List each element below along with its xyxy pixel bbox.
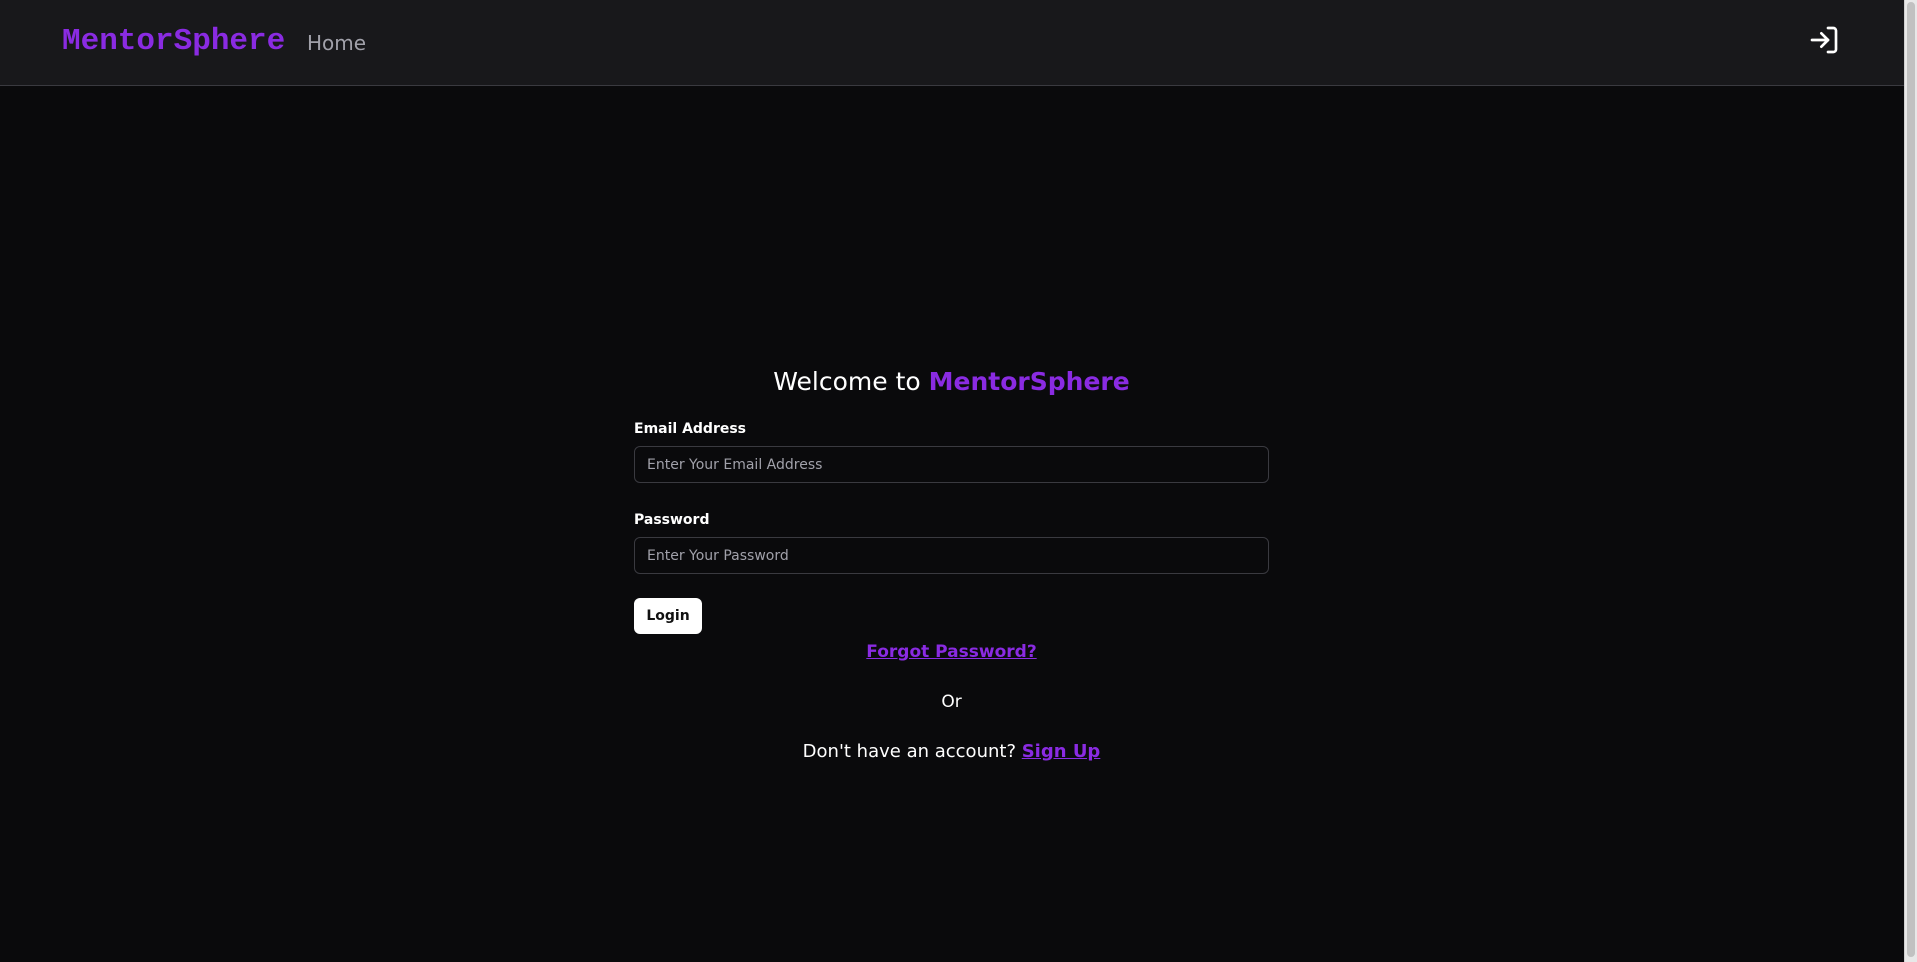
email-input[interactable] <box>634 446 1269 483</box>
login-icon-button[interactable] <box>1806 22 1842 58</box>
email-label: Email Address <box>634 421 747 437</box>
welcome-brand: MentorSphere <box>928 367 1130 396</box>
signup-row: Don't have an account? Sign Up <box>634 739 1269 765</box>
forgot-password-row: Forgot Password? <box>634 640 1269 664</box>
or-divider-text: Or <box>941 692 962 712</box>
signup-link[interactable]: Sign Up <box>1022 741 1101 762</box>
password-input[interactable] <box>634 537 1269 574</box>
brand-logo-link[interactable]: MentorSphere <box>62 22 285 62</box>
password-label: Password <box>634 512 710 528</box>
welcome-heading: Welcome to MentorSphere <box>634 366 1269 398</box>
vertical-scrollbar[interactable] <box>1904 0 1917 962</box>
login-form: Welcome to MentorSphere Email Address Pa… <box>634 366 1269 765</box>
forgot-password-link[interactable]: Forgot Password? <box>866 642 1036 662</box>
no-account-text: Don't have an account? <box>802 741 1022 762</box>
page: MentorSphere Home Welcome to MentorSpher… <box>0 0 1917 962</box>
top-navbar: MentorSphere Home <box>0 0 1904 86</box>
password-field-group: Password <box>634 511 1269 574</box>
welcome-prefix: Welcome to <box>773 367 929 396</box>
email-field-group: Email Address <box>634 420 1269 483</box>
login-arrow-icon <box>1810 26 1838 54</box>
nav-home-link[interactable]: Home <box>307 30 366 56</box>
login-button[interactable]: Login <box>634 598 702 634</box>
scrollbar-thumb[interactable] <box>1907 2 1915 957</box>
